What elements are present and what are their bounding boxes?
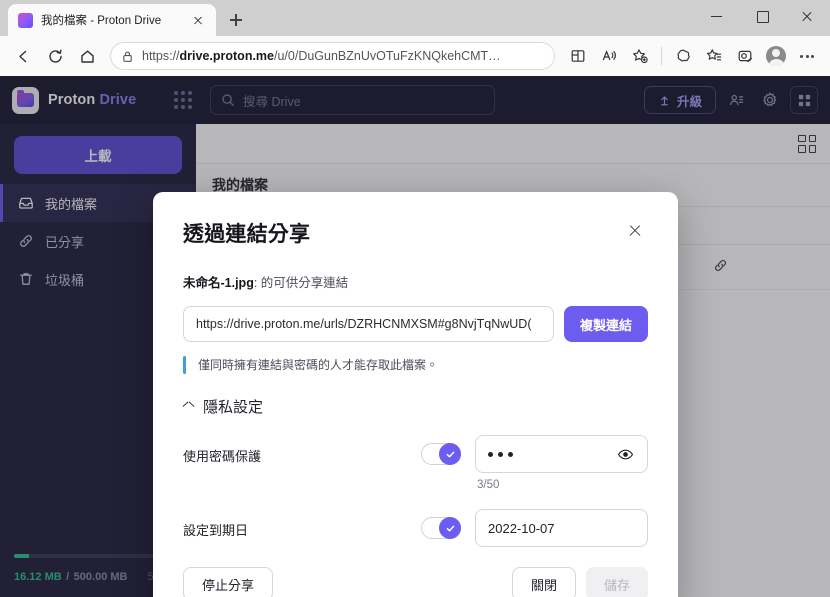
password-protection-toggle[interactable] (421, 443, 461, 465)
check-icon (445, 449, 456, 460)
new-tab-button[interactable] (222, 6, 250, 34)
stop-sharing-button[interactable]: 停止分享 (183, 567, 273, 597)
password-note: 僅同時擁有連結與密碼的人才能存取此檔案。 (183, 356, 648, 374)
copilot-icon[interactable] (668, 41, 698, 71)
window-close-icon[interactable] (785, 0, 830, 32)
split-screen-icon[interactable] (563, 41, 593, 71)
expiration-toggle-label: 設定到期日 (183, 509, 421, 539)
check-icon (445, 523, 456, 534)
password-field[interactable] (475, 435, 648, 473)
collections-icon[interactable] (699, 41, 729, 71)
window-controls (695, 0, 830, 32)
expiration-date-toggle[interactable] (421, 517, 461, 539)
profile-avatar-icon[interactable] (761, 41, 791, 71)
browser-titlebar: 我的檔案 - Proton Drive (0, 0, 830, 36)
note-accent-bar (183, 356, 186, 374)
toolbar-actions (563, 41, 822, 71)
back-icon[interactable] (8, 41, 38, 71)
web-page: Proton Drive 搜尋 Drive 升級 (0, 76, 830, 597)
address-bar[interactable]: https://drive.proton.me/u/0/DuGunBZnUvOT… (110, 42, 555, 70)
browser-toolbar: https://drive.proton.me/u/0/DuGunBZnUvOT… (0, 36, 830, 76)
eye-icon[interactable] (615, 444, 635, 464)
home-icon[interactable] (72, 41, 102, 71)
tab-title: 我的檔案 - Proton Drive (41, 12, 180, 28)
browser-tab[interactable]: 我的檔案 - Proton Drive (8, 4, 216, 36)
share-link-input[interactable]: https://drive.proton.me/urls/DZRHCNMXSM#… (183, 306, 554, 342)
read-aloud-icon[interactable] (594, 41, 624, 71)
address-bar-url: https://drive.proton.me/u/0/DuGunBZnUvOT… (142, 49, 501, 63)
password-masked-value (488, 452, 513, 457)
toolbar-divider (661, 47, 662, 65)
modal-close-icon[interactable] (622, 218, 648, 244)
chevron-up-icon (183, 403, 194, 410)
screenshot-icon[interactable] (730, 41, 760, 71)
share-link-modal: 透過連結分享 未命名-1.jpg: 的可供分享連結 https://drive.… (153, 192, 678, 597)
reload-icon[interactable] (40, 41, 70, 71)
modal-subtitle-rest: : 的可供分享連結 (254, 276, 348, 290)
browser-settings-icon[interactable] (792, 41, 822, 71)
note-text: 僅同時擁有連結與密碼的人才能存取此檔案。 (198, 356, 438, 374)
privacy-settings-title: 隱私設定 (203, 396, 263, 417)
minimize-icon[interactable] (695, 0, 740, 32)
share-link-value: https://drive.proton.me/urls/DZRHCNMXSM#… (196, 317, 541, 331)
expiration-setting-row: 設定到期日 2022-10-07 (183, 509, 648, 547)
add-favorite-icon[interactable] (625, 41, 655, 71)
browser-window: 我的檔案 - Proton Drive (0, 0, 830, 597)
modal-subtitle-filename: 未命名-1.jpg (183, 276, 254, 290)
save-button: 儲存 (586, 567, 648, 597)
maximize-icon[interactable] (740, 0, 785, 32)
close-button[interactable]: 關閉 (512, 567, 576, 597)
password-toggle-label: 使用密碼保護 (183, 435, 421, 465)
modal-title: 透過連結分享 (183, 218, 310, 248)
password-char-counter: 3/50 (475, 479, 648, 491)
lock-icon (121, 50, 134, 63)
modal-footer: 停止分享 關閉 儲存 (183, 567, 648, 597)
modal-subtitle: 未命名-1.jpg: 的可供分享連結 (183, 272, 648, 291)
copy-link-button[interactable]: 複製連結 (564, 306, 648, 342)
proton-drive-favicon (18, 13, 33, 28)
tab-close-icon[interactable] (188, 10, 208, 30)
expiration-date-value: 2022-10-07 (488, 521, 555, 536)
privacy-settings-header[interactable]: 隱私設定 (183, 396, 648, 417)
expiration-date-field[interactable]: 2022-10-07 (475, 509, 648, 547)
password-setting-row: 使用密碼保護 (183, 435, 648, 491)
share-link-row: https://drive.proton.me/urls/DZRHCNMXSM#… (183, 306, 648, 342)
